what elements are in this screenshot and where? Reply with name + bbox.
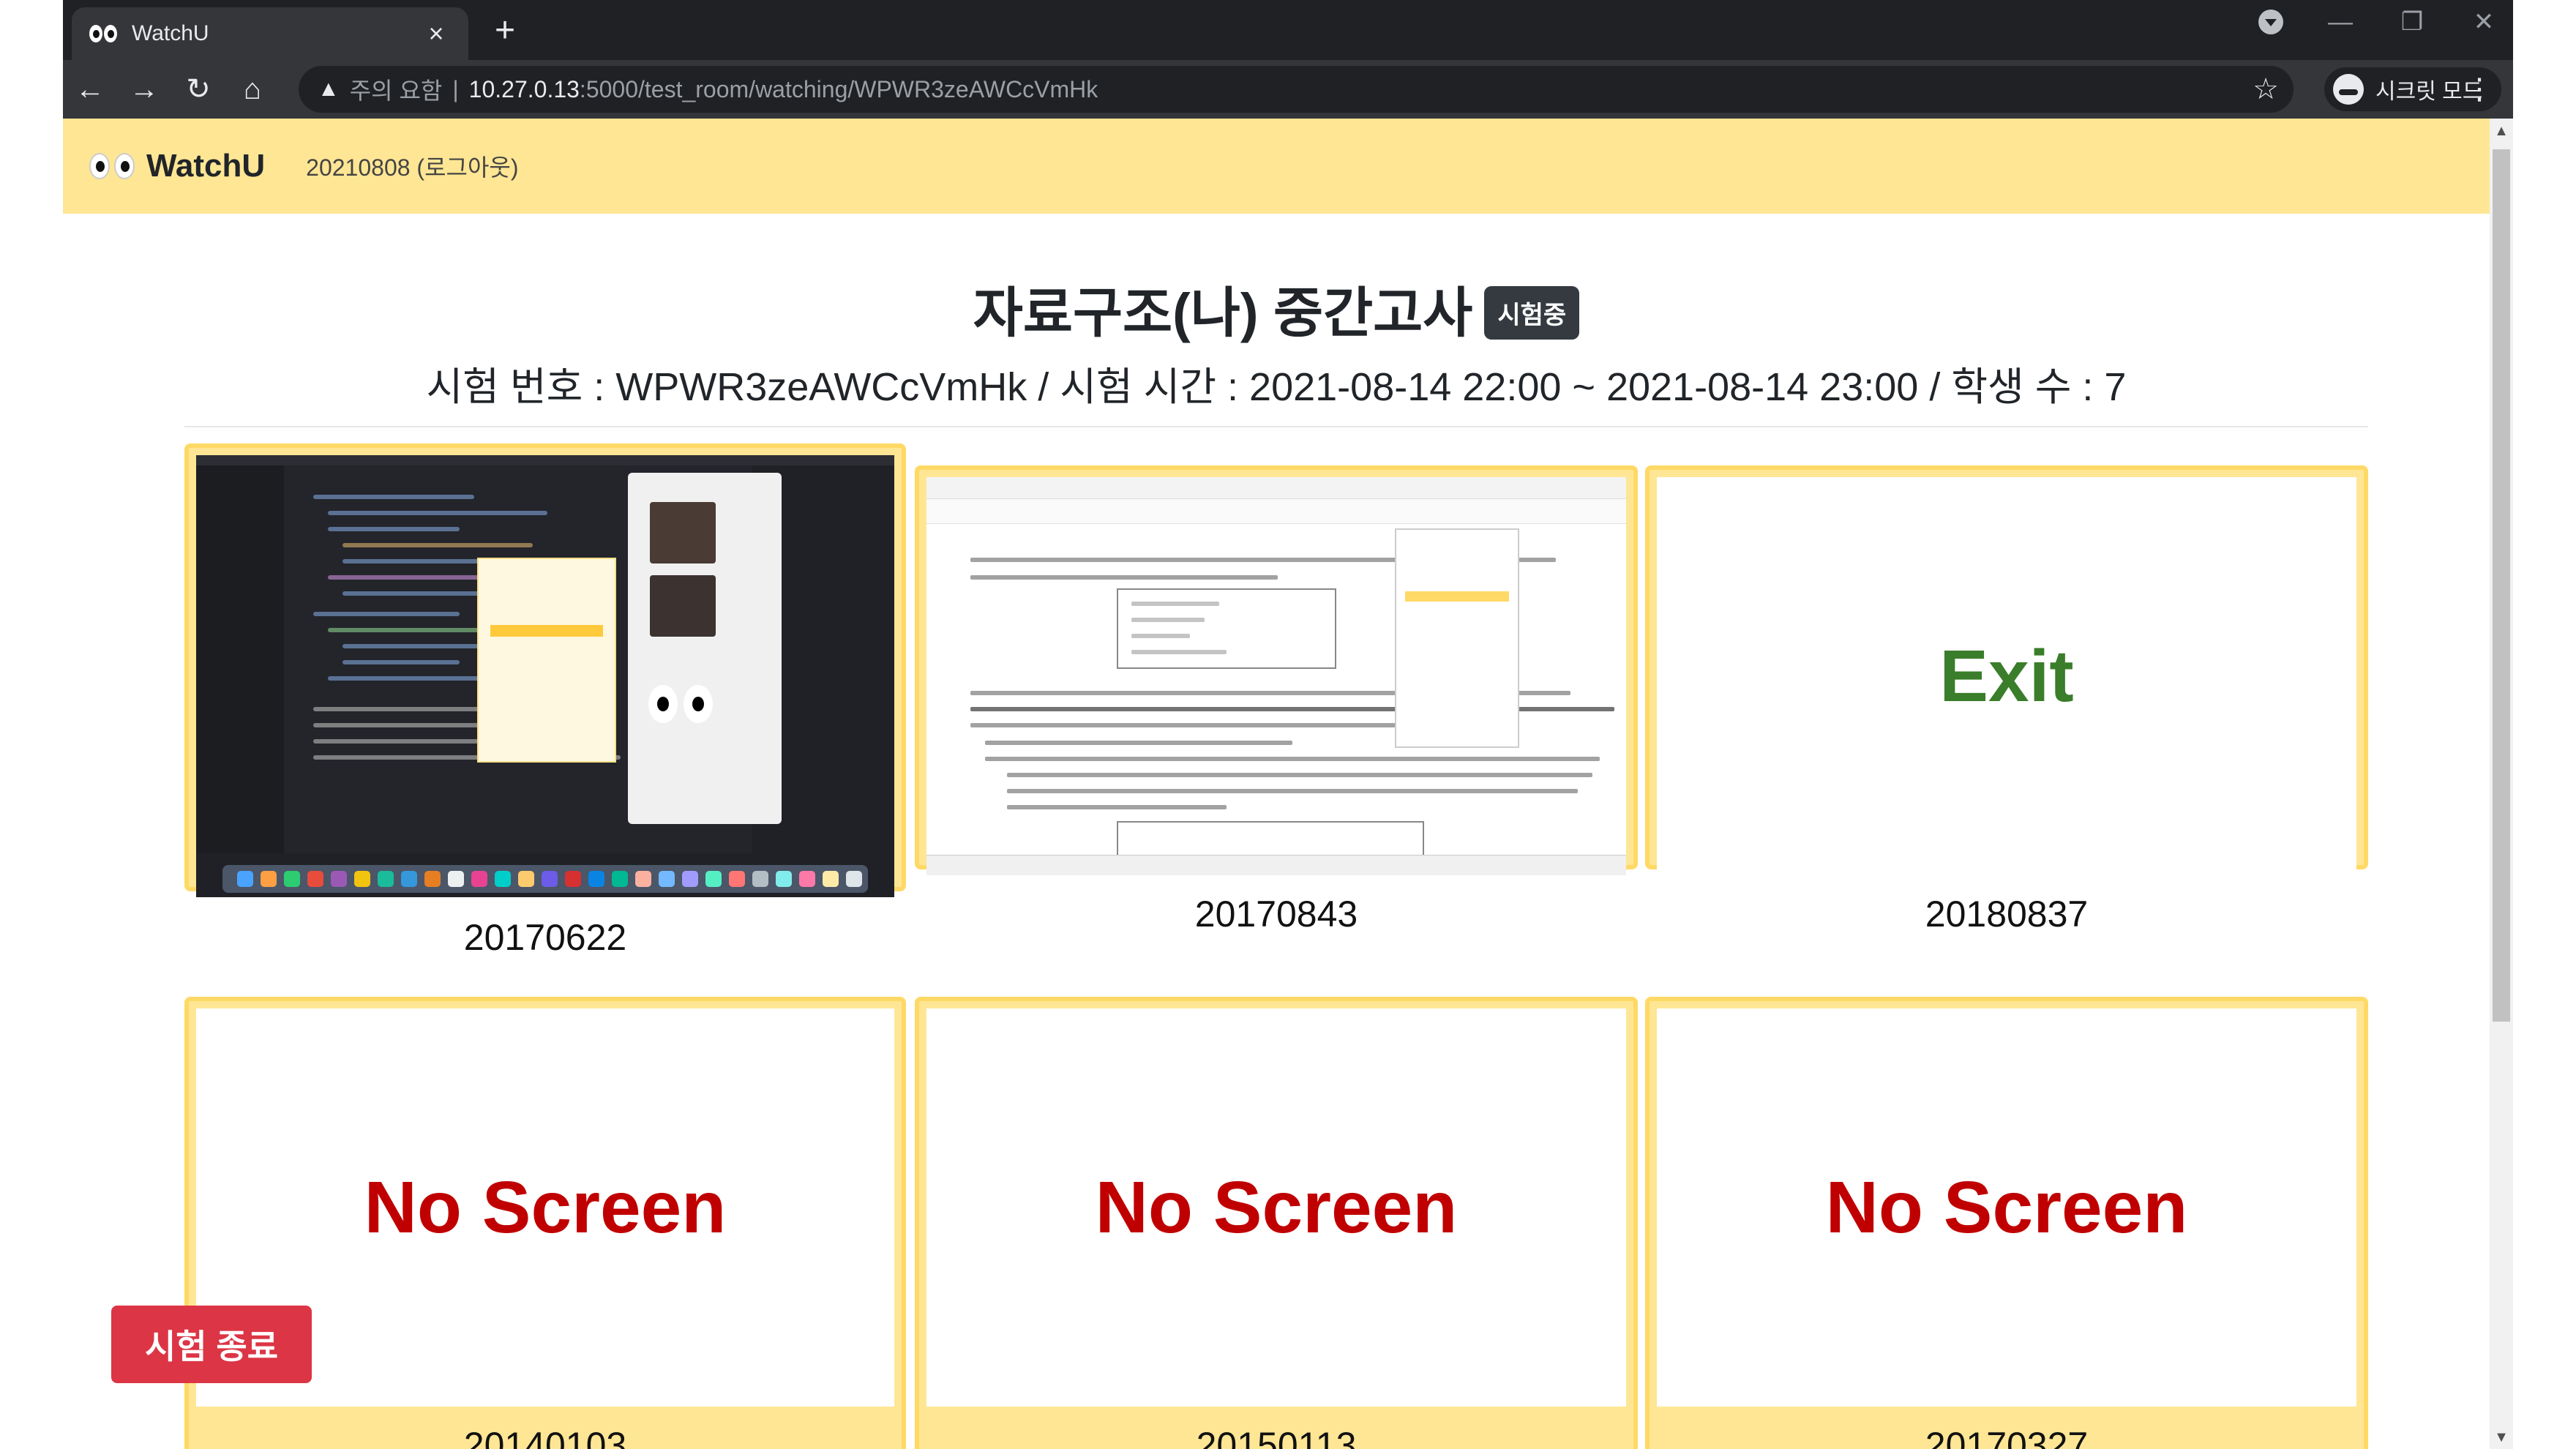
exam-title-text: 자료구조(나) 중간고사	[973, 282, 1473, 343]
page-title: 자료구조(나) 중간고사 시험중	[63, 269, 2490, 348]
bookmark-star-icon[interactable]: ☆	[2253, 72, 2279, 106]
url-host: 10.27.0.13	[468, 75, 580, 102]
student-card[interactable]: 20170622	[184, 443, 906, 958]
page-viewport: WatchU 20210808 (로그아웃) 자료구조(나) 중간고사 시험중 시…	[63, 119, 2490, 1449]
status-badge: 시험중	[1484, 285, 1580, 340]
student-screen-empty[interactable]: No Screen	[926, 1008, 1626, 1407]
student-id: 20180837	[1925, 894, 2089, 935]
student-screen-thumbnail[interactable]	[926, 477, 1626, 875]
eyes-favicon-icon	[89, 23, 119, 45]
forward-arrow-icon[interactable]: →	[117, 73, 171, 106]
student-id: 20150113	[1196, 1425, 1357, 1449]
student-card[interactable]: 20170843	[915, 465, 1638, 935]
warning-icon[interactable]: ▲	[318, 77, 340, 102]
user-logout-link[interactable]: 20210808 (로그아웃)	[306, 149, 518, 183]
exam-time-label: 시험 시간 :	[1060, 365, 1250, 409]
window-controls: — ❐ ✕	[2258, 7, 2498, 37]
tab-search-icon[interactable]	[2258, 10, 2283, 34]
exam-id-label: 시험 번호 :	[426, 365, 616, 409]
reload-icon[interactable]: ↻	[171, 72, 225, 106]
browser-menu-icon[interactable]: ⋮	[2465, 72, 2494, 106]
address-separator: |	[452, 75, 459, 102]
scroll-thumb[interactable]	[2493, 149, 2510, 1022]
desktop-screenshot	[196, 455, 894, 897]
student-screen-empty[interactable]: No Screen	[1657, 1008, 2356, 1407]
address-bar[interactable]: ▲ 주의 요함 | 10.27.0.13 :5000/test_room/wat…	[299, 66, 2294, 113]
document-screenshot	[926, 477, 1626, 875]
minimize-icon[interactable]: —	[2326, 8, 2355, 37]
student-id: 20140103	[463, 1425, 627, 1449]
scroll-up-icon[interactable]: ▲	[2490, 123, 2513, 140]
tab-watchu[interactable]: WatchU ×	[72, 7, 468, 60]
browser-toolbar: ← → ↻ ⌂ ▲ 주의 요함 | 10.27.0.13 :5000/test_…	[63, 60, 2513, 119]
home-icon[interactable]: ⌂	[225, 73, 280, 106]
end-exam-button[interactable]: 시험 종료	[111, 1306, 312, 1383]
student-screen-exit[interactable]: Exit	[1657, 477, 2356, 875]
back-arrow-icon[interactable]: ←	[63, 73, 117, 106]
student-id: 20170622	[463, 917, 627, 958]
site-navbar: WatchU 20210808 (로그아웃)	[63, 119, 2490, 214]
scroll-down-icon[interactable]: ▼	[2490, 1429, 2513, 1446]
new-tab-button[interactable]: +	[495, 10, 515, 50]
no-screen-status: No Screen	[364, 1166, 727, 1248]
tab-strip: WatchU × + — ❐ ✕	[63, 0, 2513, 60]
restore-icon[interactable]: ❐	[2397, 7, 2427, 37]
brand-name[interactable]: WatchU	[146, 148, 265, 184]
student-id: 20170327	[1925, 1425, 2089, 1449]
page-scrollbar[interactable]: ▲ ▼	[2490, 119, 2513, 1449]
close-window-icon[interactable]: ✕	[2469, 7, 2498, 37]
browser-window: WatchU × + — ❐ ✕ ← → ↻ ⌂ ▲ 주의 요함 | 10.27…	[63, 0, 2513, 1449]
no-screen-status: No Screen	[1095, 1166, 1458, 1248]
security-warning[interactable]: 주의 요함	[350, 72, 443, 106]
watchu-logo-icon[interactable]	[89, 153, 135, 179]
student-card[interactable]: No Screen 20150113	[915, 997, 1638, 1449]
incognito-icon	[2333, 74, 2364, 105]
exam-meta: 시험 번호 : WPWR3zeAWCcVmHk / 시험 시간 : 2021-0…	[63, 354, 2490, 412]
url-path: :5000/test_room/watching/WPWR3zeAWCcVmHk	[579, 75, 1098, 102]
divider	[184, 426, 2368, 427]
student-card[interactable]: No Screen 20170327	[1645, 997, 2368, 1449]
exam-id: WPWR3zeAWCcVmHk	[615, 365, 1027, 409]
no-screen-status: No Screen	[1825, 1166, 2188, 1248]
tab-title: WatchU	[132, 21, 209, 45]
student-count-label: 학생 수 :	[1951, 365, 2105, 409]
meta-separator: /	[1918, 365, 1952, 409]
close-tab-icon[interactable]: ×	[422, 18, 451, 49]
student-id: 20170843	[1194, 894, 1358, 935]
student-screen-thumbnail[interactable]	[196, 455, 894, 897]
exit-status: Exit	[1939, 634, 2074, 717]
meta-separator: /	[1027, 365, 1060, 409]
student-count: 7	[2104, 365, 2127, 409]
student-card[interactable]: Exit 20180837	[1645, 465, 2368, 935]
exam-time: 2021-08-14 22:00 ~ 2021-08-14 23:00	[1249, 365, 1919, 409]
